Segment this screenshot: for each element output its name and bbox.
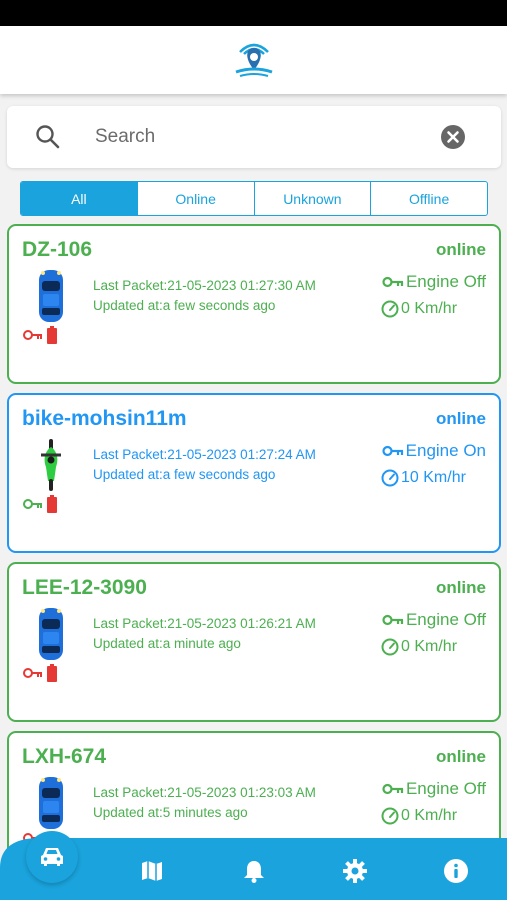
nav-vehicles[interactable] [26,831,78,883]
vehicle-card[interactable]: bike-mohsin11m online Last Packet:21-05-… [7,393,501,553]
key-icon [382,783,404,795]
speed-label: 10 Km/hr [401,469,466,486]
tab-offline[interactable]: Offline [371,182,487,215]
engine-status: Engine Off [382,272,486,292]
clear-search-icon[interactable] [440,124,466,150]
battery-icon [47,664,57,682]
map-icon [142,861,162,881]
speed-label: 0 Km/hr [401,300,458,317]
nav-notifications[interactable] [239,856,269,886]
vehicle-status: online [435,747,486,766]
last-packet-text: Last Packet:21-05-2023 01:27:30 AM [93,278,316,293]
speedometer-icon [381,807,399,825]
vehicle-status: online [435,578,486,597]
speed-readout: 0 Km/hr [381,807,457,825]
search-input[interactable] [95,120,425,154]
app-logo-icon [235,43,272,77]
key-icon [382,276,404,288]
last-packet-text: Last Packet:21-05-2023 01:23:03 AM [93,785,316,800]
engine-status-label: Engine Off [405,610,486,629]
key-icon [382,445,403,457]
speedometer-icon [381,469,399,487]
speedometer-icon [381,638,399,656]
vehicle-name: LEE-12-3090 [22,576,147,599]
info-icon [444,859,468,883]
updated-at-text: Updated at:a few seconds ago [93,298,276,313]
nav-info[interactable] [441,856,471,886]
engine-status: Engine On [382,441,486,461]
speed-readout: 10 Km/hr [381,469,466,487]
bell-icon [244,861,264,883]
tab-all[interactable]: All [21,182,138,215]
last-packet-text: Last Packet:21-05-2023 01:26:21 AM [93,616,316,631]
nav-settings[interactable] [340,856,370,886]
car-icon [39,608,63,660]
vehicle-name: DZ-106 [22,238,93,261]
vehicle-status: online [435,409,486,428]
tab-unknown[interactable]: Unknown [255,182,372,215]
vehicle-name: LXH-674 [22,745,107,768]
vehicle-card[interactable]: DZ-106 online Last Packet:21-05-2023 01:… [7,224,501,384]
nav-map[interactable] [137,856,167,886]
vehicle-indicators [23,326,57,344]
vehicle-status: online [435,240,486,259]
motorbike-icon [41,439,61,491]
gear-icon [343,859,367,883]
ignition-key-icon [23,668,42,678]
tab-online[interactable]: Online [138,182,255,215]
search-bar [7,106,501,168]
speed-readout: 0 Km/hr [381,638,457,656]
speedometer-icon [381,300,399,318]
car-icon [39,777,63,829]
vehicle-card[interactable]: LEE-12-3090 online Last Packet:21-05-202… [7,562,501,722]
battery-icon [47,495,57,513]
engine-status-label: Engine On [405,441,486,460]
key-icon [382,614,404,626]
speed-label: 0 Km/hr [401,638,458,655]
updated-at-text: Updated at:5 minutes ago [93,805,248,820]
last-packet-text: Last Packet:21-05-2023 01:27:24 AM [93,447,316,462]
app-header [0,26,507,94]
vehicle-indicators [23,664,57,682]
vehicle-name: bike-mohsin11m [22,407,187,430]
status-bar [0,0,507,26]
ignition-key-icon [23,330,42,340]
speed-label: 0 Km/hr [401,807,458,824]
ignition-key-icon [23,499,42,509]
updated-at-text: Updated at:a minute ago [93,636,241,651]
engine-status: Engine Off [382,779,486,799]
car-icon [41,848,63,866]
search-icon [36,125,60,149]
engine-status: Engine Off [382,610,486,630]
car-icon [39,270,63,322]
battery-icon [47,326,57,344]
status-filter-tabs: All Online Unknown Offline [20,181,488,216]
updated-at-text: Updated at:a few seconds ago [93,467,276,482]
speed-readout: 0 Km/hr [381,300,457,318]
vehicle-indicators [23,495,57,513]
engine-status-label: Engine Off [405,779,486,798]
engine-status-label: Engine Off [405,272,486,291]
